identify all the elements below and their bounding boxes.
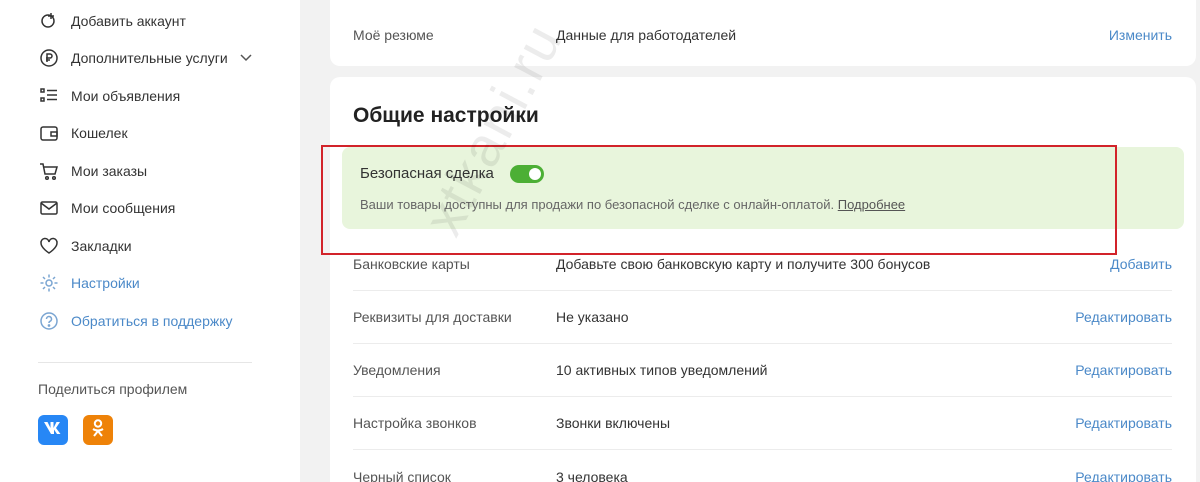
settings-row-notifications: Уведомления 10 активных типов уведомлени… <box>353 344 1172 397</box>
safe-deal-more-link[interactable]: Подробнее <box>838 197 905 212</box>
resume-row: Моё резюме Данные для работодателей Изме… <box>353 0 1172 70</box>
sidebar-item-label: Добавить аккаунт <box>71 13 186 29</box>
sidebar-item-label: Кошелек <box>71 125 128 141</box>
add-card-link[interactable]: Добавить <box>1110 256 1172 272</box>
wallet-icon <box>38 122 60 144</box>
edit-calls-link[interactable]: Редактировать <box>1075 415 1172 431</box>
row-value: 3 человека <box>556 468 628 482</box>
row-label: Настройка звонков <box>353 415 477 431</box>
sidebar-item-label: Обратиться в поддержку <box>71 313 233 329</box>
general-settings-card: Общие настройки Безопасная сделка Ваши т… <box>330 77 1196 482</box>
sidebar-item-label: Настройки <box>71 275 140 291</box>
sidebar-item-my-messages[interactable]: Мои сообщения <box>38 193 175 223</box>
settings-row-blacklist: Черный список 3 человека Редактировать <box>353 450 1172 482</box>
sidebar-item-settings[interactable]: Настройки <box>38 268 140 298</box>
row-value: Добавьте свою банковскую карту и получит… <box>556 256 931 272</box>
sidebar-item-bookmarks[interactable]: Закладки <box>38 231 132 261</box>
row-label: Уведомления <box>353 362 441 378</box>
row-label: Реквизиты для доставки <box>353 309 512 325</box>
sidebar-item-support[interactable]: Обратиться в поддержку <box>38 306 233 336</box>
row-value: 10 активных типов уведомлений <box>556 362 768 378</box>
share-profile-label: Поделиться профилем <box>38 381 188 397</box>
sidebar-item-wallet[interactable]: Кошелек <box>38 118 128 148</box>
ruble-icon <box>38 47 60 69</box>
resume-card: Моё резюме Данные для работодателей Изме… <box>330 0 1196 66</box>
page-title: Общие настройки <box>353 104 539 127</box>
gear-icon <box>38 272 60 294</box>
edit-notifications-link[interactable]: Редактировать <box>1075 362 1172 378</box>
resume-edit-link[interactable]: Изменить <box>1109 27 1172 43</box>
sidebar: Добавить аккаунт Дополнительные услуги М… <box>0 0 300 482</box>
sidebar-item-label: Закладки <box>71 238 132 254</box>
safe-deal-description: Ваши товары доступны для продажи по безо… <box>360 197 905 212</box>
ok-icon <box>90 418 106 443</box>
sidebar-divider <box>38 362 252 363</box>
resume-label: Моё резюме <box>353 27 434 43</box>
resume-value: Данные для работодателей <box>556 27 737 43</box>
sidebar-item-extra-services[interactable]: Дополнительные услуги <box>38 43 252 73</box>
cart-icon <box>38 160 60 182</box>
row-label: Черный список <box>353 468 451 482</box>
settings-row-calls: Настройка звонков Звонки включены Редакт… <box>353 397 1172 450</box>
sidebar-item-label: Дополнительные услуги <box>71 50 228 66</box>
safe-deal-description-text: Ваши товары доступны для продажи по безо… <box>360 197 838 212</box>
heart-icon <box>38 235 60 257</box>
list-icon <box>38 85 60 107</box>
help-icon <box>38 310 60 332</box>
ok-share-button[interactable] <box>83 415 113 445</box>
chevron-down-icon[interactable] <box>240 54 252 62</box>
vk-icon <box>43 421 63 440</box>
safe-deal-toggle[interactable] <box>510 165 544 183</box>
toggle-knob <box>529 168 541 180</box>
edit-blacklist-link[interactable]: Редактировать <box>1075 469 1172 482</box>
sidebar-item-label: Мои заказы <box>71 163 148 179</box>
settings-row-delivery-details: Реквизиты для доставки Не указано Редакт… <box>353 291 1172 344</box>
sidebar-item-my-ads[interactable]: Мои объявления <box>38 81 180 111</box>
sidebar-item-my-orders[interactable]: Мои заказы <box>38 156 147 186</box>
sidebar-item-add-account[interactable]: Добавить аккаунт <box>38 6 186 36</box>
sidebar-item-label: Мои сообщения <box>71 200 176 216</box>
row-value: Не указано <box>556 309 629 325</box>
vk-share-button[interactable] <box>38 415 68 445</box>
sidebar-item-label: Мои объявления <box>71 88 181 104</box>
row-value: Звонки включены <box>556 415 671 431</box>
add-account-icon <box>38 10 60 32</box>
settings-row-bank-cards: Банковские карты Добавьте свою банковску… <box>353 238 1172 291</box>
edit-delivery-link[interactable]: Редактировать <box>1075 309 1172 325</box>
safe-deal-title: Безопасная сделка <box>360 165 494 182</box>
row-label: Банковские карты <box>353 256 470 272</box>
safe-deal-panel: Безопасная сделка Ваши товары доступны д… <box>342 147 1184 229</box>
mail-icon <box>38 197 60 219</box>
